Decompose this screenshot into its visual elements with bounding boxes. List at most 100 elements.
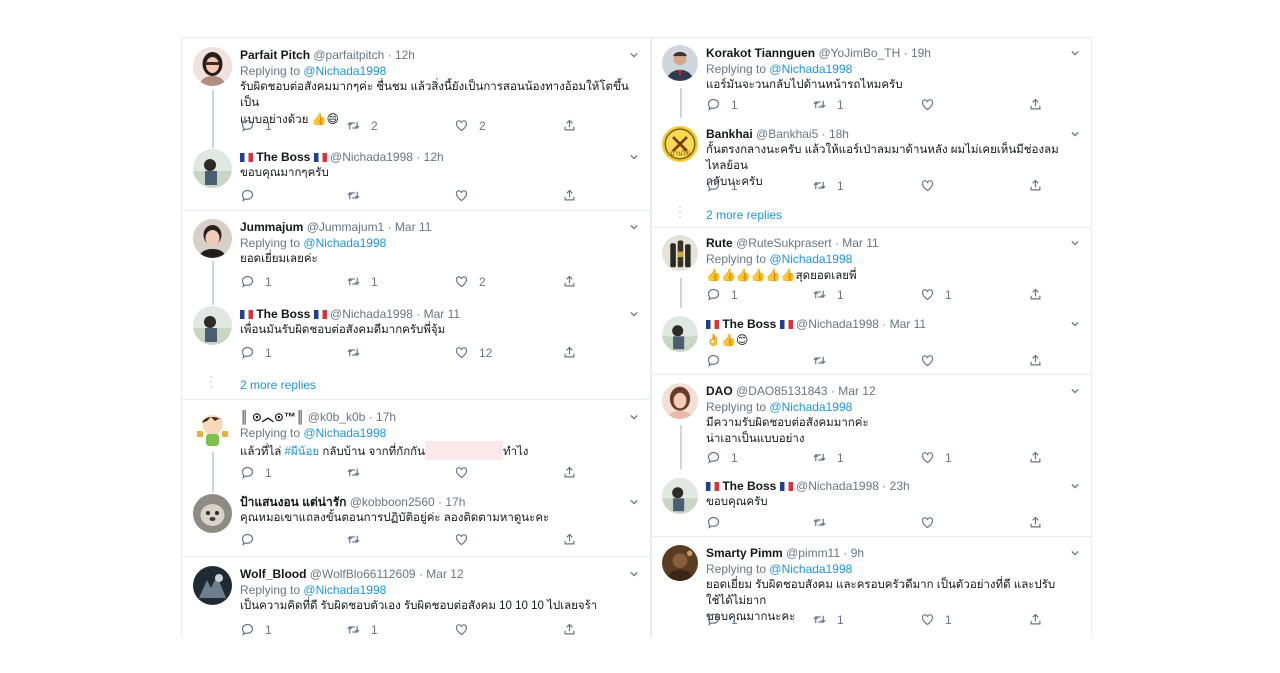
like-button[interactable]: 1 xyxy=(920,450,952,466)
like-button[interactable]: 2 xyxy=(454,118,486,134)
avatar[interactable] xyxy=(662,383,698,419)
user-handle[interactable]: @Nichada1998 xyxy=(330,307,413,321)
caret-down-icon[interactable] xyxy=(1071,320,1079,328)
like-button[interactable] xyxy=(454,532,469,548)
caret-down-icon[interactable] xyxy=(1071,387,1079,395)
user-name[interactable]: Rute xyxy=(706,236,733,250)
avatar[interactable] xyxy=(193,47,232,86)
retweet-button[interactable] xyxy=(346,345,361,361)
like-button[interactable] xyxy=(920,178,935,194)
share-button[interactable] xyxy=(1028,353,1043,369)
like-button[interactable]: 12 xyxy=(454,345,492,361)
mention-link[interactable]: @Nichada1998 xyxy=(303,64,386,78)
avatar[interactable] xyxy=(193,219,232,258)
avatar[interactable] xyxy=(193,494,232,533)
share-button[interactable] xyxy=(562,345,577,361)
caret-down-icon[interactable] xyxy=(630,310,638,318)
user-handle[interactable]: @pimm11 xyxy=(786,546,840,560)
reply-button[interactable] xyxy=(240,532,255,548)
reply-button[interactable]: 1 xyxy=(706,178,738,194)
share-button[interactable] xyxy=(562,622,577,638)
like-button[interactable] xyxy=(920,515,935,531)
more-replies-link[interactable]: 2 more replies xyxy=(240,378,316,392)
tweet-time[interactable]: 12h xyxy=(395,48,415,62)
like-button[interactable] xyxy=(454,188,469,204)
retweet-button[interactable] xyxy=(346,465,361,481)
mention-link[interactable]: @Nichada1998 xyxy=(303,583,386,597)
like-button[interactable]: 1 xyxy=(920,612,952,628)
reply-button[interactable]: 1 xyxy=(706,97,738,113)
user-name[interactable]: ║ ⊙︿⊙™║ xyxy=(240,410,304,424)
like-button[interactable]: 1 xyxy=(920,287,952,303)
reply-button[interactable]: 1 xyxy=(240,274,272,290)
share-button[interactable] xyxy=(562,532,577,548)
like-button[interactable]: 2 xyxy=(454,274,486,290)
caret-down-icon[interactable] xyxy=(1071,482,1079,490)
user-handle[interactable]: @k0b_k0b xyxy=(308,410,366,424)
reply-button[interactable] xyxy=(706,353,721,369)
user-handle[interactable]: @parfaitpitch xyxy=(313,48,384,62)
avatar[interactable] xyxy=(193,149,232,188)
share-button[interactable] xyxy=(1028,178,1043,194)
like-button[interactable] xyxy=(454,465,469,481)
reply-button[interactable]: 1 xyxy=(706,450,738,466)
avatar[interactable] xyxy=(662,316,698,352)
like-button[interactable] xyxy=(920,97,935,113)
share-button[interactable] xyxy=(1028,515,1043,531)
user-name[interactable]: Korakot Tiannguen xyxy=(706,46,815,60)
reply-button[interactable]: 1 xyxy=(240,118,272,134)
caret-down-icon[interactable] xyxy=(1071,549,1079,557)
retweet-button[interactable]: 1 xyxy=(812,178,844,194)
share-button[interactable] xyxy=(562,274,577,290)
user-name[interactable]: The Boss xyxy=(256,307,310,321)
mention-link[interactable]: @Nichada1998 xyxy=(769,400,852,414)
tweet-time[interactable]: Mar 12 xyxy=(838,384,875,398)
share-button[interactable] xyxy=(1028,97,1043,113)
user-name[interactable]: The Boss xyxy=(722,479,776,493)
share-button[interactable] xyxy=(1028,287,1043,303)
tweet-time[interactable]: Mar 11 xyxy=(890,317,926,331)
tweet-time[interactable]: Mar 11 xyxy=(842,236,878,250)
mention-link[interactable]: @Nichada1998 xyxy=(303,426,386,440)
retweet-button[interactable]: 1 xyxy=(346,622,378,638)
reply-button[interactable]: 1 xyxy=(240,465,272,481)
user-name[interactable]: Parfait Pitch xyxy=(240,48,310,62)
user-name[interactable]: Wolf_Blood xyxy=(240,567,306,581)
retweet-button[interactable]: 2 xyxy=(346,118,378,134)
share-button[interactable] xyxy=(562,118,577,134)
avatar[interactable] xyxy=(662,478,698,514)
user-name[interactable]: The Boss xyxy=(256,150,310,164)
tweet-time[interactable]: 17h xyxy=(376,410,396,424)
user-handle[interactable]: @Nichada1998 xyxy=(796,317,879,331)
share-button[interactable] xyxy=(1028,612,1043,628)
retweet-button[interactable]: 1 xyxy=(812,287,844,303)
caret-down-icon[interactable] xyxy=(630,51,638,59)
user-handle[interactable]: @DAO85131843 xyxy=(736,384,828,398)
caret-down-icon[interactable] xyxy=(1071,130,1079,138)
tweet-time[interactable]: 12h xyxy=(424,150,444,164)
retweet-button[interactable]: 1 xyxy=(812,612,844,628)
reply-button[interactable]: 1 xyxy=(706,612,738,628)
hashtag-link[interactable]: #ผีน้อย xyxy=(285,446,320,458)
retweet-button[interactable]: 1 xyxy=(812,450,844,466)
user-name[interactable]: DAO xyxy=(706,384,733,398)
reply-button[interactable]: 1 xyxy=(240,622,272,638)
avatar[interactable] xyxy=(662,545,698,581)
avatar[interactable] xyxy=(193,306,232,345)
user-handle[interactable]: @Nichada1998 xyxy=(330,150,413,164)
reply-button[interactable]: 1 xyxy=(240,345,272,361)
user-name[interactable]: ป้าแสนงอน แต่น่ารัก xyxy=(240,495,346,509)
share-button[interactable] xyxy=(562,188,577,204)
share-button[interactable] xyxy=(562,465,577,481)
mention-link[interactable]: @Nichada1998 xyxy=(769,562,852,576)
tweet-time[interactable]: Mar 12 xyxy=(426,567,463,581)
user-handle[interactable]: @Jummajum1 xyxy=(307,220,385,234)
tweet-time[interactable]: 23h xyxy=(890,479,910,493)
avatar[interactable] xyxy=(193,566,232,605)
avatar[interactable]: บ้านไข่ xyxy=(662,126,698,162)
tweet-time[interactable]: Mar 11 xyxy=(424,307,460,321)
retweet-button[interactable] xyxy=(812,353,827,369)
tweet-time[interactable]: 19h xyxy=(911,46,931,60)
tweet-time[interactable]: 17h xyxy=(445,495,465,509)
caret-down-icon[interactable] xyxy=(1071,49,1079,57)
